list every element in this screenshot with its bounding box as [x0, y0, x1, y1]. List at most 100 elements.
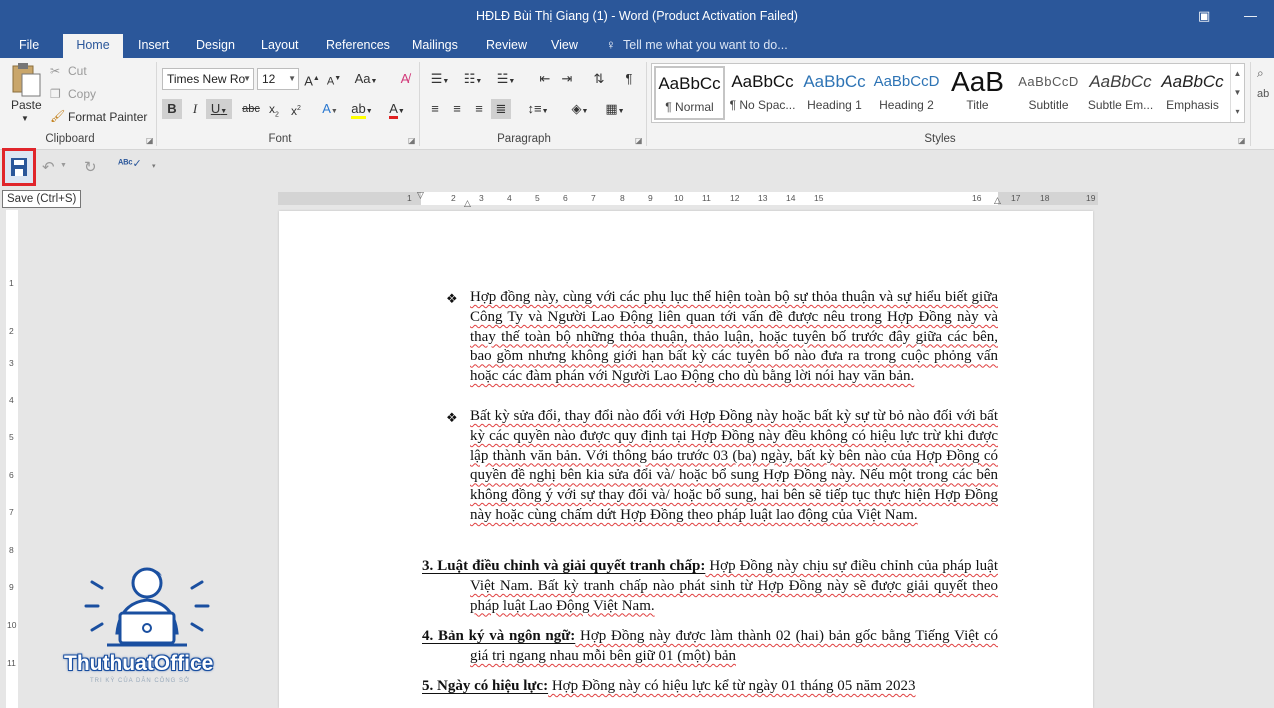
tab-mailings[interactable]: Mailings	[402, 34, 468, 58]
horizontal-ruler[interactable]: 1 2 3 4 5 6 7 8 9 10 11 12 13 14 15 16 1…	[278, 190, 1098, 208]
font-name-combo[interactable]: Times New Ro ▼	[162, 68, 254, 90]
style-normal[interactable]: AaBbCc ¶ Normal	[654, 66, 725, 120]
window-title: HĐLĐ Bùi Thị Giang (1) - Word (Product A…	[476, 9, 798, 23]
style-emphasis[interactable]: AaBbCc Emphasis	[1157, 66, 1228, 120]
align-left-icon[interactable]: ≡	[425, 99, 445, 119]
bold-icon[interactable]: B	[162, 99, 182, 119]
format-painter-icon[interactable]: 🖌	[50, 109, 65, 123]
ruler-number: 6	[9, 470, 14, 480]
paste-icon[interactable]	[8, 62, 44, 98]
tab-review[interactable]: Review	[476, 34, 537, 58]
strikethrough-icon[interactable]: abc	[241, 99, 261, 119]
grow-font-icon[interactable]: A▲	[302, 69, 322, 89]
undo-dropdown-icon[interactable]: ▼	[60, 162, 67, 169]
underline-icon[interactable]: U▼	[206, 99, 232, 119]
style-no-spacing[interactable]: AaBbCc ¶ No Spac...	[727, 66, 798, 120]
shrink-font-icon[interactable]: A▼	[324, 69, 344, 89]
paste-button[interactable]: Paste	[11, 98, 42, 112]
bullet-diamond-icon: ❖	[446, 291, 458, 306]
hanging-indent-marker[interactable]: △	[464, 198, 471, 209]
line-spacing-icon[interactable]: ↕≡▼	[523, 99, 553, 119]
ruler-number: 8	[620, 193, 625, 203]
bullet-diamond-icon: ❖	[446, 410, 458, 425]
copy-icon[interactable]: ❐	[50, 87, 61, 101]
styles-scroll[interactable]: ▲ ▼ ▾	[1230, 64, 1244, 122]
tab-file[interactable]: File	[9, 34, 49, 58]
align-center-icon[interactable]: ≡	[447, 99, 467, 119]
highlight-color-icon[interactable]: ab▼	[348, 99, 376, 119]
find-icon[interactable]: ⌕	[1257, 66, 1264, 81]
show-formatting-icon[interactable]: ¶	[619, 69, 639, 89]
style-heading-2[interactable]: AaBbCcD Heading 2	[871, 66, 942, 120]
undo-icon[interactable]: ↶	[42, 158, 55, 176]
style-preview: AaBbCcD	[1018, 74, 1079, 89]
bullets-icon[interactable]: ☰▼	[425, 69, 455, 89]
style-title[interactable]: AaB Title	[942, 66, 1013, 120]
paste-dropdown-icon[interactable]: ▼	[21, 114, 29, 123]
chevron-down-icon: ▼	[243, 74, 251, 83]
style-subtle-emphasis[interactable]: AaBbCc Subtle Em...	[1085, 66, 1156, 120]
ribbon-home: Paste ▼ ✂ Cut ❐ Copy 🖌 Format Painter Cl…	[0, 58, 1274, 150]
ruler-number: 10	[674, 193, 684, 203]
redo-icon[interactable]: ↻	[84, 158, 97, 176]
tell-me-search[interactable]: Tell me what you want to do...	[623, 34, 788, 58]
save-button[interactable]	[2, 148, 36, 186]
font-color-icon[interactable]: A▼	[383, 99, 411, 119]
font-launcher-icon[interactable]: ◪	[408, 136, 416, 145]
paragraph-launcher-icon[interactable]: ◪	[635, 136, 643, 145]
spelling-check-icon[interactable]: ᴬᴮᶜ✓	[118, 157, 142, 170]
style-preview: AaBbCc	[658, 74, 721, 93]
tab-home[interactable]: Home	[63, 34, 123, 58]
ruler-number: 16	[972, 193, 982, 203]
ruler-number: 7	[9, 507, 14, 517]
first-line-indent-marker[interactable]: ▽	[417, 190, 424, 201]
ruler-number: 5	[535, 193, 540, 203]
align-right-icon[interactable]: ≡	[469, 99, 489, 119]
ruler-number: 13	[758, 193, 768, 203]
minimize-button[interactable]: —	[1244, 8, 1257, 23]
cut-icon[interactable]: ✂	[50, 64, 60, 78]
style-heading-1[interactable]: AaBbCc Heading 1	[799, 66, 870, 120]
text-effects-icon[interactable]: A▼	[316, 99, 344, 119]
style-subtitle[interactable]: AaBbCcD Subtitle	[1013, 66, 1084, 120]
ruler-number: 2	[9, 326, 14, 336]
ruler-number: 11	[7, 658, 16, 668]
tab-references[interactable]: References	[316, 34, 400, 58]
right-indent-marker[interactable]: △	[994, 195, 1001, 206]
ruler-number: 12	[730, 193, 740, 203]
customize-qat-icon[interactable]: ▾	[152, 162, 156, 170]
replace-icon[interactable]: ab	[1257, 88, 1269, 100]
clipboard-launcher-icon[interactable]: ◪	[146, 136, 154, 145]
change-case-label: Aa	[354, 71, 371, 86]
multilevel-list-icon[interactable]: ☱▼	[491, 69, 521, 89]
italic-icon[interactable]: I	[185, 99, 205, 119]
tab-insert[interactable]: Insert	[128, 34, 179, 58]
tab-design[interactable]: Design	[186, 34, 245, 58]
subscript-icon[interactable]: x2	[264, 99, 284, 119]
copy-button[interactable]: Copy	[68, 87, 96, 101]
style-name: Emphasis	[1166, 98, 1219, 112]
tab-view[interactable]: View	[541, 34, 588, 58]
numbering-icon[interactable]: ☷▼	[458, 69, 488, 89]
vertical-ruler[interactable]: 1 2 3 4 5 6 7 8 9 10 11	[6, 210, 18, 708]
format-painter-button[interactable]: Format Painter	[68, 110, 147, 124]
font-size-value: 12	[262, 72, 276, 86]
shading-icon[interactable]: ◈▼	[565, 99, 595, 119]
font-group-label: Font	[268, 133, 292, 145]
superscript-icon[interactable]: x2	[286, 99, 306, 119]
tab-layout[interactable]: Layout	[251, 34, 309, 58]
ruler-number: 17	[1011, 193, 1021, 203]
styles-launcher-icon[interactable]: ◪	[1238, 136, 1246, 145]
document-page[interactable]: ❖ Hợp đồng này, cùng với các phụ lục thể…	[279, 211, 1093, 708]
font-size-combo[interactable]: 12 ▼	[257, 68, 299, 90]
cut-button[interactable]: Cut	[68, 64, 87, 78]
increase-indent-icon[interactable]: ⇥	[557, 69, 577, 89]
justify-icon[interactable]: ≣	[491, 99, 511, 119]
sort-icon[interactable]: ⇅	[589, 69, 609, 89]
style-name: Heading 1	[807, 98, 862, 112]
change-case-icon[interactable]: Aa▼	[352, 69, 380, 89]
borders-icon[interactable]: ▦▼	[600, 99, 630, 119]
decrease-indent-icon[interactable]: ⇤	[535, 69, 555, 89]
ribbon-display-options-icon[interactable]: ▣	[1198, 8, 1210, 24]
clear-formatting-icon[interactable]: A̸	[395, 69, 415, 89]
